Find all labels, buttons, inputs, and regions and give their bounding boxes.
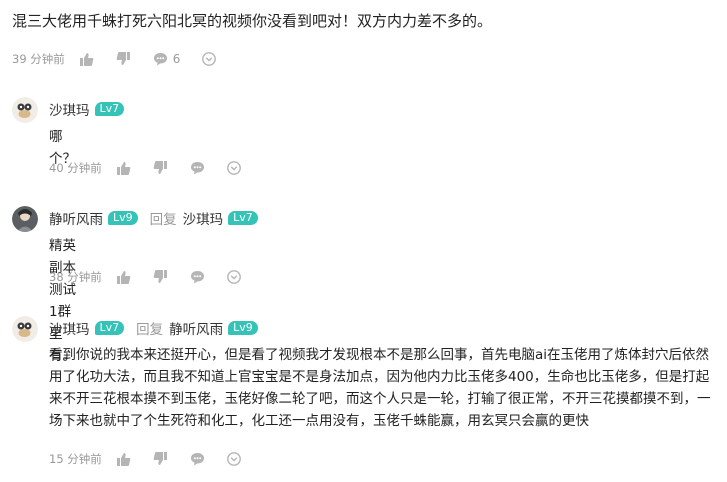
more-chevron-icon	[226, 452, 241, 466]
level-badge: Lv9	[108, 211, 138, 225]
level-badge: Lv9	[228, 321, 258, 335]
more-chevron-icon	[226, 161, 241, 175]
more-button[interactable]	[226, 161, 241, 175]
thumb-down-icon	[153, 452, 167, 465]
author-name[interactable]: 静听风雨	[49, 208, 103, 228]
reply-count: 6	[172, 52, 181, 66]
thumb-down-icon	[116, 52, 130, 65]
thumb-up-icon	[116, 271, 131, 284]
dislike-button[interactable]	[153, 452, 168, 466]
thumb-down-icon	[153, 161, 167, 174]
dislike-button[interactable]	[153, 270, 168, 284]
reply-count-button[interactable]: 6	[153, 52, 181, 66]
avatar[interactable]	[12, 206, 38, 232]
thumb-up-icon	[116, 162, 131, 175]
reply-3-meta: 15 分钟前	[49, 449, 263, 469]
reply-button[interactable]	[190, 452, 205, 466]
like-button[interactable]	[116, 270, 131, 284]
level-badge: Lv7	[228, 211, 258, 225]
reply-to-name[interactable]: 静听风雨	[169, 318, 223, 338]
main-comment-text: 混三大佬用千蛛打死六阳北冥的视频你没看到吧对！双方内力差不多的。	[12, 12, 493, 30]
reply-to-name[interactable]: 沙琪玛	[183, 208, 224, 228]
thumb-up-icon	[79, 53, 94, 66]
author-name[interactable]: 沙琪玛	[49, 99, 90, 119]
reply-2-meta: 38 分钟前	[49, 267, 263, 287]
more-chevron-icon	[202, 52, 217, 66]
comment-bubble-icon	[190, 271, 204, 284]
author-name[interactable]: 沙琪玛	[49, 318, 90, 338]
comment-text: 看到你说的我本来还挺开心，但是看了视频我才发现根本不是那么回事，首先电脑ai在玉…	[49, 347, 711, 429]
comment-time: 38 分钟前	[49, 270, 102, 284]
more-button[interactable]	[226, 452, 241, 466]
reply-1-meta: 40 分钟前	[49, 158, 263, 178]
comment-bubble-icon	[153, 53, 167, 66]
comment-header: 沙琪玛 Lv7	[49, 99, 125, 119]
like-button[interactable]	[116, 452, 131, 466]
comment-time: 15 分钟前	[49, 452, 102, 466]
reply-button[interactable]	[190, 161, 205, 175]
reply-label: 回复	[149, 212, 177, 228]
avatar[interactable]	[12, 97, 38, 123]
avatar[interactable]	[12, 316, 38, 342]
main-comment-meta: 39 分钟前 6	[12, 49, 238, 69]
reply-label: 回复	[136, 322, 164, 338]
thumb-down-icon	[153, 270, 167, 283]
thumb-up-icon	[116, 453, 131, 466]
comment-header: 静听风雨 Lv9 回复 沙琪玛 Lv7	[49, 208, 258, 228]
dislike-button[interactable]	[153, 161, 168, 175]
comment-bubble-icon	[190, 453, 204, 466]
more-button[interactable]	[202, 52, 217, 66]
comment-time: 40 分钟前	[49, 161, 102, 175]
reply-button[interactable]	[190, 270, 205, 284]
level-badge: Lv7	[94, 321, 125, 335]
like-button[interactable]	[116, 161, 131, 175]
level-badge: Lv7	[94, 102, 125, 116]
comment-time: 39 分钟前	[12, 52, 65, 66]
dislike-button[interactable]	[116, 52, 131, 66]
comment-header: 沙琪玛 Lv7 回复 静听风雨 Lv9	[49, 318, 258, 338]
more-chevron-icon	[226, 270, 241, 284]
like-button[interactable]	[79, 52, 94, 66]
more-button[interactable]	[226, 270, 241, 284]
comment-bubble-icon	[190, 162, 204, 175]
